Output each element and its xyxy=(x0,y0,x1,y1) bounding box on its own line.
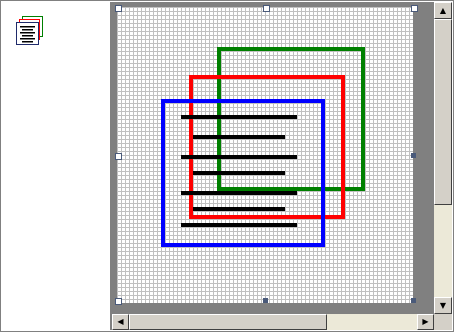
text-line-4 xyxy=(193,171,285,175)
preview-text-line xyxy=(22,35,33,37)
text-line-6 xyxy=(193,207,285,211)
selection-handle-top-center[interactable] xyxy=(263,5,270,12)
horizontal-scroll-thumb[interactable] xyxy=(129,314,327,330)
scroll-down-button[interactable]: ▼ xyxy=(434,297,452,314)
icon-editor-window: ▲ ▼ ◀ ▶ xyxy=(0,0,454,332)
icon-preview-pane xyxy=(2,2,110,330)
preview-text-line xyxy=(20,38,35,40)
text-line-7 xyxy=(181,223,297,227)
preview-text-line xyxy=(20,26,35,28)
text-line-5 xyxy=(181,191,297,195)
text-line-1 xyxy=(181,115,297,119)
horizontal-scrollbar[interactable]: ◀ ▶ xyxy=(112,314,434,330)
preview-text-line xyxy=(20,32,35,34)
scroll-up-button[interactable]: ▲ xyxy=(434,2,452,19)
vertical-scrollbar[interactable]: ▲ ▼ xyxy=(434,2,452,314)
scroll-right-button[interactable]: ▶ xyxy=(417,314,434,330)
front-page-outline-left xyxy=(161,99,165,247)
scroll-left-button[interactable]: ◀ xyxy=(112,314,129,330)
selection-handle-mid-right[interactable] xyxy=(411,153,416,158)
selection-handle-bottom-right[interactable] xyxy=(411,298,416,303)
preview-text-line xyxy=(22,29,33,31)
scrollbar-corner xyxy=(434,314,452,330)
selection-handle-bottom-center[interactable] xyxy=(263,298,268,303)
text-line-3 xyxy=(181,155,297,159)
back-page-outline-top-top xyxy=(217,47,365,51)
front-page-outline-top xyxy=(161,99,325,103)
canvas-area xyxy=(112,2,434,314)
text-line-2 xyxy=(193,135,285,139)
back-page-outline-top-right xyxy=(361,47,365,191)
selection-handle-mid-left[interactable] xyxy=(115,153,122,160)
selection-handle-top-left[interactable] xyxy=(115,5,122,12)
selection-handle-bottom-left[interactable] xyxy=(115,298,122,305)
middle-page-outline-top-right xyxy=(341,75,345,219)
middle-page-outline-top-left xyxy=(189,75,193,219)
front-page-outline-right xyxy=(321,99,325,247)
middle-page-outline-top-top xyxy=(189,75,345,79)
preview-text-line xyxy=(22,41,33,43)
selection-handle-top-right[interactable] xyxy=(411,5,418,12)
vertical-scroll-thumb[interactable] xyxy=(434,19,452,205)
pixel-grid-canvas[interactable] xyxy=(117,7,413,303)
document-stack-icon xyxy=(16,16,43,45)
front-page-outline-bottom xyxy=(161,243,325,247)
